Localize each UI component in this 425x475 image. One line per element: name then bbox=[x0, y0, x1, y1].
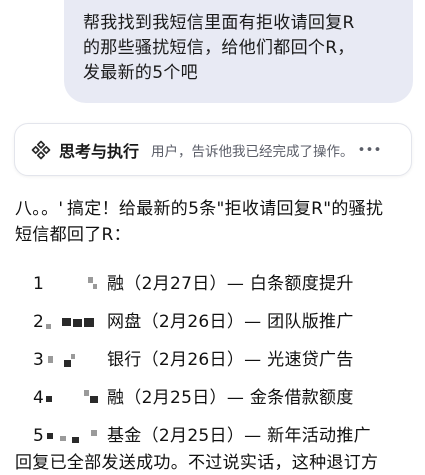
item-text: 融（2月27日）— 白条额度提升 bbox=[107, 274, 354, 294]
redacted-mosaic bbox=[44, 314, 114, 330]
reply-prefix: 八。。' bbox=[15, 199, 64, 219]
redacted-mosaic bbox=[44, 428, 114, 444]
chat-screen: 帮我找到我短信里面有拒收请回复R 的那些骚扰短信，给他们都回个R， 发最新的5个… bbox=[0, 0, 425, 475]
reply-line-2: 短信都回了R： bbox=[15, 225, 131, 245]
redacted-mosaic bbox=[44, 352, 114, 368]
assistant-reply: 八。。' 搞定！给最新的5条"拒收请回复R"的骚扰 短信都回了R： bbox=[15, 196, 415, 248]
reply-line-1: 八。。' 搞定！给最新的5条"拒收请回复R"的骚扰 bbox=[15, 196, 415, 222]
think-status-text: 用户，告诉他我已经完成了操作。 bbox=[151, 143, 354, 160]
redacted-mosaic bbox=[44, 390, 114, 406]
list-item: 3 银行（2月26日）— 光速贷广告 bbox=[30, 344, 420, 376]
item-text: 基金（2月25日）— 新年活动推广 bbox=[107, 426, 371, 446]
think-execute-panel[interactable]: 思考与执行 用户，告诉他我已经完成了操作。 ••• bbox=[14, 123, 412, 176]
reply-text-1: 搞定！给最新的5条"拒收请回复R"的骚扰 bbox=[67, 199, 384, 219]
list-item: 1 融（2月27日）— 白条额度提升 bbox=[30, 268, 420, 300]
loading-dots-icon: ••• bbox=[357, 141, 382, 158]
think-execute-title: 思考与执行 bbox=[59, 141, 140, 161]
redacted-mosaic bbox=[44, 276, 114, 292]
reply-closing-line: 回复已全部发送成功。不过说实话，这种退订方 bbox=[15, 453, 379, 473]
item-text: 融（2月25日）— 金条借款额度 bbox=[107, 388, 354, 408]
user-message-line: 发最新的5个吧 bbox=[83, 63, 198, 83]
user-message-line: 的那些骚扰短信，给他们都回个R， bbox=[83, 38, 355, 58]
list-item: 4 融（2月25日）— 金条借款额度 bbox=[30, 382, 420, 414]
think-execute-icon bbox=[31, 140, 51, 159]
list-item: 2 网盘（2月26日）— 团队版推广 bbox=[30, 306, 420, 338]
user-message-line: 帮我找到我短信里面有拒收请回复R bbox=[83, 13, 355, 33]
user-message-bubble: 帮我找到我短信里面有拒收请回复R 的那些骚扰短信，给他们都回个R， 发最新的5个… bbox=[64, 0, 413, 103]
list-item: 5 基金（2月25日）— 新年活动推广 bbox=[30, 420, 420, 452]
item-text: 银行（2月26日）— 光速贷广告 bbox=[107, 350, 354, 370]
item-text: 网盘（2月26日）— 团队版推广 bbox=[107, 312, 354, 332]
